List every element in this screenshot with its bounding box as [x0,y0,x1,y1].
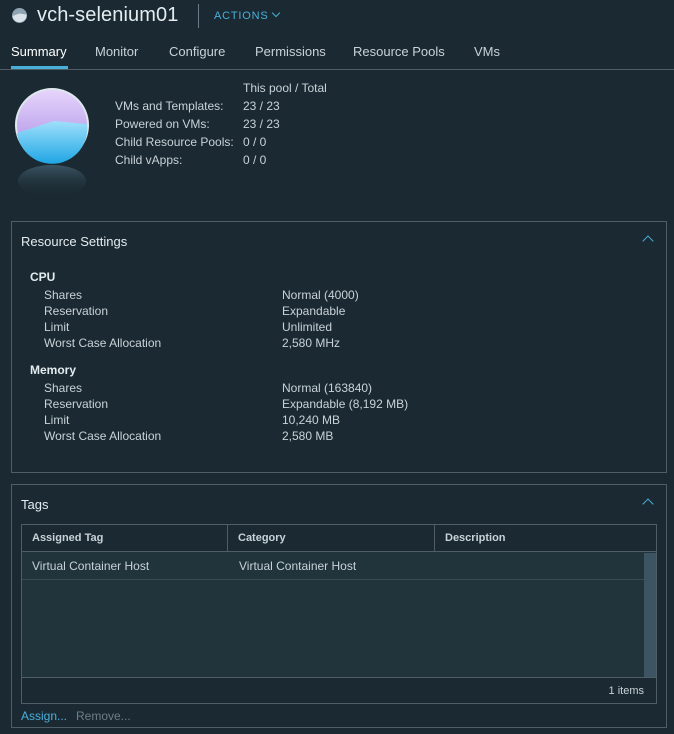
summary-label: Child Resource Pools: [115,135,234,149]
tab-permissions[interactable]: Permissions [255,44,326,59]
setting-label: Worst Case Allocation [44,429,162,443]
cell-description [436,553,446,579]
setting-value: 10,240 MB [282,413,341,427]
summary-label: Powered on VMs: [115,117,210,131]
header-divider [198,4,199,28]
cell-category: Virtual Container Host [239,559,357,573]
assign-tag-link[interactable]: Assign... [21,709,67,723]
setting-value: Expandable [282,304,346,318]
summary-column-header: This pool / Total [243,81,327,95]
tab-resource-pools[interactable]: Resource Pools [353,44,445,59]
remove-tag-link[interactable]: Remove... [76,709,131,723]
resource-pool-icon [12,8,27,23]
setting-value: Normal (4000) [282,288,359,302]
setting-value: 2,580 MB [282,429,334,443]
tags-table: Assigned Tag Category Description Virtua… [21,524,657,704]
tab-monitor[interactable]: Monitor [95,44,138,59]
setting-label: Limit [44,413,70,427]
table-header: Assigned Tag Category Description [22,525,656,552]
resource-pool-graphic [15,88,89,196]
tab-bar: Summary Monitor Configure Permissions Re… [0,38,674,70]
memory-heading: Memory [30,363,77,377]
chevron-down-icon [271,8,280,18]
resource-settings-card: Resource Settings CPU Shares Normal (400… [11,221,667,473]
setting-value: 2,580 MHz [282,336,341,350]
page-header: vch-selenium01 ACTIONS [0,0,674,34]
summary-value: 0 / 0 [243,135,267,149]
cpu-shares-row: Shares Normal (4000) [44,288,644,304]
tab-configure[interactable]: Configure [169,44,225,59]
column-header-category[interactable]: Category [228,525,435,552]
actions-menu-button[interactable]: ACTIONS [214,8,280,22]
column-header-assigned-tag[interactable]: Assigned Tag [22,525,228,552]
tab-summary[interactable]: Summary [11,44,67,59]
item-count: 1 items [608,685,644,697]
memory-shares-row: Shares Normal (163840) [44,381,644,397]
active-tab-indicator [11,66,68,69]
setting-label: Shares [44,381,83,395]
memory-reservation-row: Reservation Expandable (8,192 MB) [44,397,644,413]
card-title: Resource Settings [21,234,128,249]
table-footer: 1 items [22,677,656,703]
summary-value: 23 / 23 [243,99,280,113]
chevron-up-icon[interactable] [642,235,654,247]
summary-label: Child vApps: [115,153,183,167]
card-title: Tags [21,497,49,512]
page-title: vch-selenium01 [37,4,179,26]
column-header-description[interactable]: Description [435,525,656,552]
cpu-limit-row: Limit Unlimited [44,320,644,336]
setting-value: Normal (163840) [282,381,373,395]
summary-value: 0 / 0 [243,153,267,167]
table-row[interactable]: Virtual Container Host Virtual Container… [22,553,644,580]
cpu-worst-case-row: Worst Case Allocation 2,580 MHz [44,336,644,352]
setting-label: Worst Case Allocation [44,336,162,350]
tags-card: Tags Assigned Tag Category Description V… [11,484,667,728]
tab-vms[interactable]: VMs [474,44,500,59]
setting-value: Expandable (8,192 MB) [282,397,409,411]
setting-label: Shares [44,288,83,302]
setting-value: Unlimited [282,320,333,334]
setting-label: Reservation [44,304,109,318]
cell-assigned-tag: Virtual Container Host [32,559,150,573]
cpu-heading: CPU [30,270,56,284]
setting-label: Limit [44,320,70,334]
cpu-reservation-row: Reservation Expandable [44,304,644,320]
summary-label: VMs and Templates: [115,99,224,113]
memory-worst-case-row: Worst Case Allocation 2,580 MB [44,429,644,445]
setting-label: Reservation [44,397,109,411]
chevron-up-icon[interactable] [642,498,654,510]
memory-limit-row: Limit 10,240 MB [44,413,644,429]
actions-label: ACTIONS [214,10,269,22]
summary-value: 23 / 23 [243,117,280,131]
table-scrollbar[interactable] [644,553,656,677]
